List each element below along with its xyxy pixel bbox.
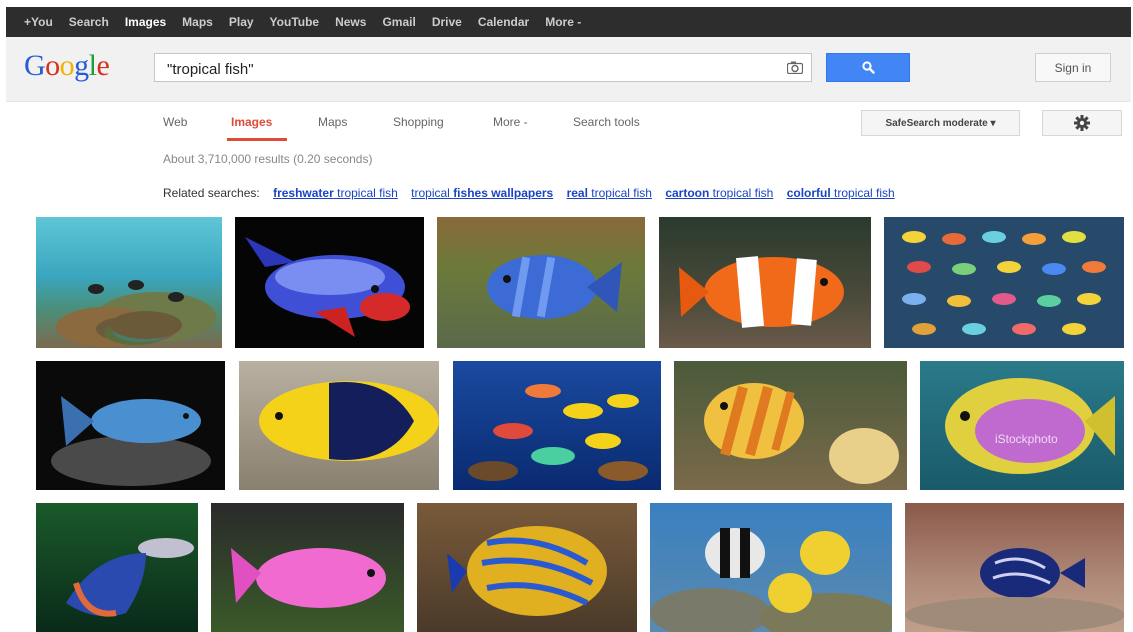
fish-illustration xyxy=(259,381,439,461)
image-result[interactable] xyxy=(905,503,1124,632)
search-button[interactable] xyxy=(826,53,910,82)
logo-letter: o xyxy=(45,49,60,82)
related-label: Related searches: xyxy=(163,186,260,200)
topbar-link-drive[interactable]: Drive xyxy=(432,15,462,29)
search-box[interactable] xyxy=(154,53,812,82)
fish-illustration xyxy=(231,548,386,608)
topbar-link-news[interactable]: News xyxy=(335,15,366,29)
fish-illustration xyxy=(66,538,194,617)
fish-illustration xyxy=(902,231,1106,335)
image-result[interactable] xyxy=(235,217,424,348)
image-result[interactable] xyxy=(36,503,198,632)
topbar-link-gmail[interactable]: Gmail xyxy=(382,15,415,29)
sign-in-button[interactable]: Sign in xyxy=(1035,53,1111,82)
fish-illustration xyxy=(56,280,216,347)
related-link-freshwater[interactable]: freshwater tropical fish xyxy=(273,186,398,200)
active-tab-indicator xyxy=(227,138,287,141)
logo-letter: g xyxy=(74,49,89,82)
topbar-link-search[interactable]: Search xyxy=(69,15,109,29)
related-link-cartoon[interactable]: cartoon tropical fish xyxy=(665,186,773,200)
image-result[interactable] xyxy=(211,503,404,632)
related-link-bold: cartoon xyxy=(665,186,710,200)
related-link-bold: real xyxy=(566,186,588,200)
image-result[interactable] xyxy=(674,361,907,490)
tab-maps[interactable]: Maps xyxy=(318,115,347,129)
fish-illustration xyxy=(468,384,648,481)
fish-illustration xyxy=(905,548,1124,632)
image-result[interactable] xyxy=(659,217,871,348)
topbar-link-maps[interactable]: Maps xyxy=(182,15,213,29)
image-result[interactable] xyxy=(239,361,439,490)
magnifier-icon xyxy=(861,61,875,74)
tab-more[interactable]: More - xyxy=(493,115,528,129)
tab-web[interactable]: Web xyxy=(163,115,187,129)
related-searches: Related searches: freshwater tropical fi… xyxy=(163,186,895,200)
related-link-text: tropical fish xyxy=(333,186,398,200)
related-link-bold: colorful xyxy=(786,186,831,200)
fish-illustration xyxy=(679,256,844,328)
search-header: Google Sign in xyxy=(6,37,1131,102)
fish-illustration xyxy=(51,396,211,486)
top-navigation-bar: +You Search Images Maps Play YouTube New… xyxy=(6,7,1131,37)
related-link-colorful[interactable]: colorful tropical fish xyxy=(787,186,895,200)
related-link-text: tropical fish xyxy=(587,186,652,200)
fish-illustration: iStockphoto xyxy=(945,378,1115,474)
logo-letter: o xyxy=(59,49,75,82)
fish-illustration xyxy=(650,528,892,632)
logo-letter: e xyxy=(96,49,110,82)
camera-icon[interactable] xyxy=(787,61,803,74)
topbar-link-calendar[interactable]: Calendar xyxy=(478,15,529,29)
fish-illustration xyxy=(245,237,410,337)
image-result[interactable] xyxy=(650,503,892,632)
image-result[interactable]: iStockphoto xyxy=(920,361,1124,490)
tab-images[interactable]: Images xyxy=(231,115,272,129)
google-logo[interactable]: Google xyxy=(24,49,110,83)
related-link-real[interactable]: real tropical fish xyxy=(567,186,652,200)
related-link-bold: freshwater xyxy=(273,186,334,200)
logo-letter: G xyxy=(24,49,46,82)
related-link-text: tropical xyxy=(411,186,454,200)
topbar-link-you[interactable]: +You xyxy=(24,15,53,29)
tab-search-tools[interactable]: Search tools xyxy=(573,115,640,129)
results-count: About 3,710,000 results (0.20 seconds) xyxy=(163,152,373,166)
watermark-text: iStockphoto xyxy=(995,432,1058,446)
image-result[interactable] xyxy=(884,217,1124,348)
safesearch-dropdown[interactable]: SafeSearch moderate ▾ xyxy=(861,110,1020,136)
fish-illustration xyxy=(487,255,622,319)
fish-illustration xyxy=(704,383,899,484)
topbar-link-youtube[interactable]: YouTube xyxy=(270,15,320,29)
topbar-link-images[interactable]: Images xyxy=(125,15,166,29)
fish-illustration xyxy=(447,526,607,616)
image-result[interactable] xyxy=(417,503,637,632)
related-link-text: tropical fish xyxy=(709,186,774,200)
topbar-link-more[interactable]: More - xyxy=(545,15,581,29)
related-link-wallpapers[interactable]: tropical fishes wallpapers xyxy=(411,186,553,200)
image-result[interactable] xyxy=(453,361,661,490)
image-result[interactable] xyxy=(36,217,222,348)
image-result[interactable] xyxy=(437,217,645,348)
topbar-link-play[interactable]: Play xyxy=(229,15,254,29)
related-link-text: tropical fish xyxy=(830,186,895,200)
search-input[interactable] xyxy=(165,58,769,80)
tab-shopping[interactable]: Shopping xyxy=(393,115,444,129)
gear-icon xyxy=(1074,115,1090,131)
settings-button[interactable] xyxy=(1042,110,1122,136)
logo-letter: l xyxy=(88,49,97,82)
related-link-bold: fishes wallpapers xyxy=(453,186,554,200)
image-result[interactable] xyxy=(36,361,225,490)
